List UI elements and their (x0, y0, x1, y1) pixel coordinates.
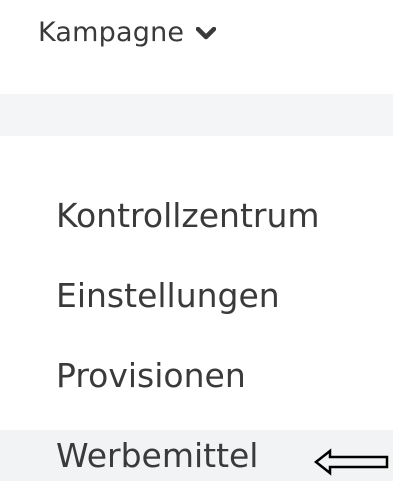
blank-bar (0, 94, 393, 136)
menu-item-provisionen[interactable]: Provisionen (0, 350, 393, 401)
left-arrow-icon (313, 445, 393, 476)
campaign-dropdown[interactable]: Kampagne (38, 12, 217, 52)
menu-item-label: Einstellungen (56, 276, 280, 315)
menu-item-kontrollzentrum[interactable]: Kontrollzentrum (0, 190, 393, 241)
menu-item-label: Provisionen (56, 356, 246, 395)
campaign-menu: Kontrollzentrum Einstellungen Provisione… (0, 190, 393, 481)
chevron-down-icon (196, 26, 217, 41)
menu-item-label: Kontrollzentrum (56, 196, 320, 235)
menu-item-einstellungen[interactable]: Einstellungen (0, 270, 393, 321)
campaign-dropdown-label: Kampagne (38, 16, 185, 48)
menu-item-label: Werbemittel (56, 436, 259, 475)
menu-item-werbemittel[interactable]: Werbemittel (0, 430, 393, 481)
